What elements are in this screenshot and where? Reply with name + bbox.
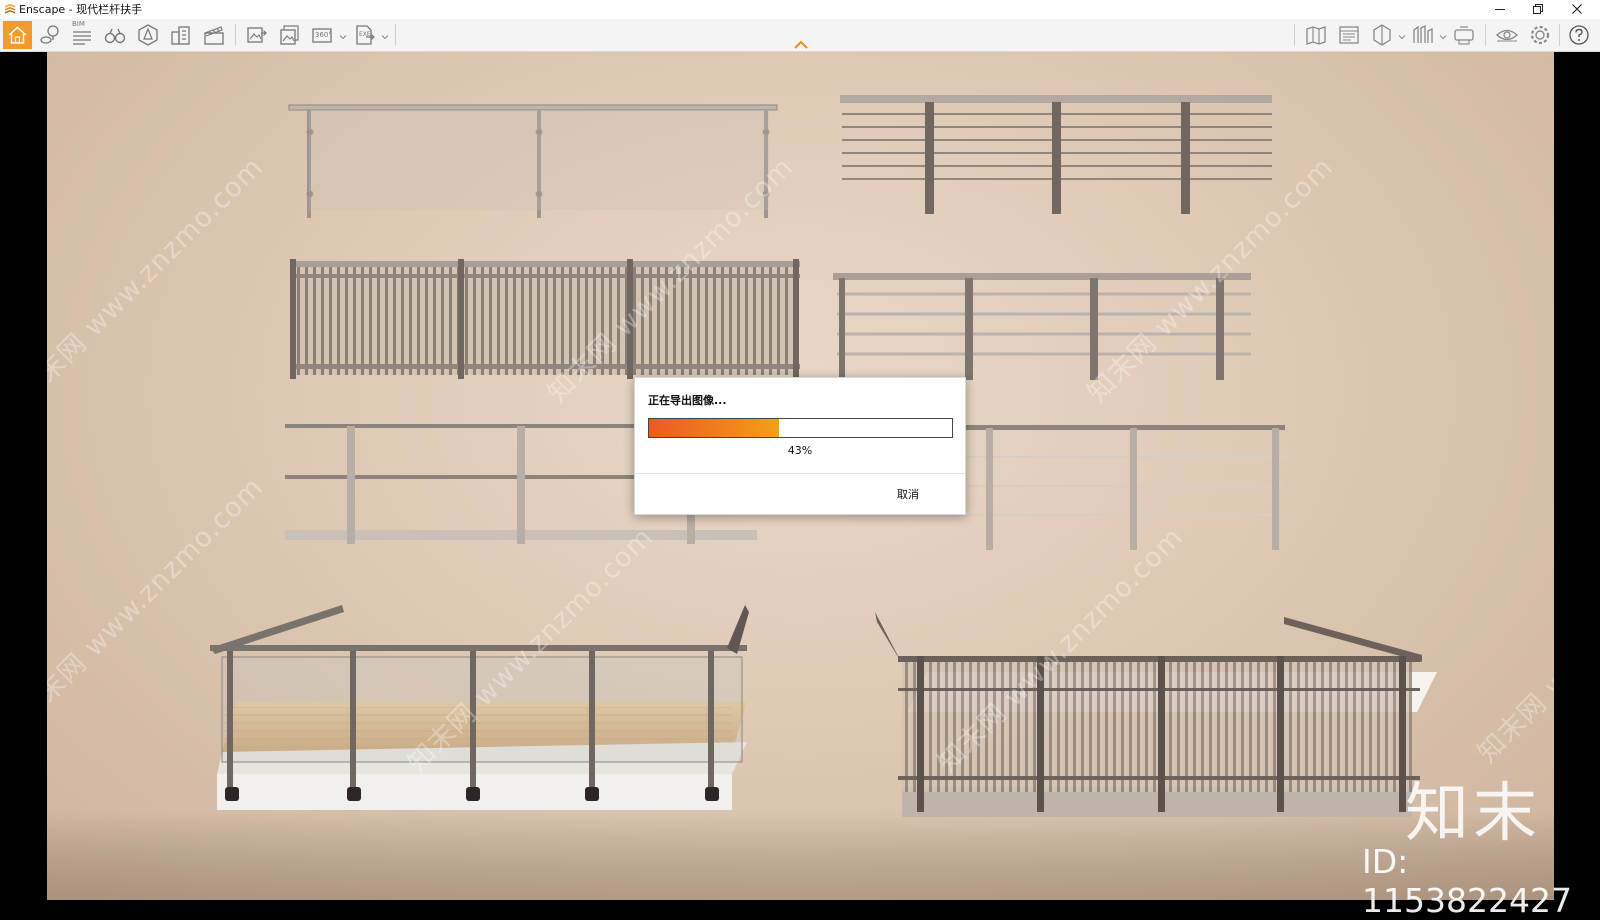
export-progress-bar: [648, 418, 953, 438]
exe-label: EXE: [359, 31, 371, 38]
title-bar: Enscape - 现代栏杆扶手: [0, 0, 1600, 19]
assets-button[interactable]: [135, 22, 161, 48]
progress-percent: 43%: [787, 444, 813, 457]
railing-handrail-brackets: [288, 104, 778, 218]
close-icon: [1572, 4, 1582, 14]
help-icon: [1569, 25, 1589, 45]
chevron-down-icon[interactable]: [1398, 33, 1406, 41]
eye-icon: [1496, 29, 1518, 42]
map-icon: [1306, 26, 1326, 45]
toolbar-divider: [1559, 24, 1560, 46]
material-editor-button[interactable]: [1336, 22, 1362, 48]
chevron-down-icon[interactable]: [1439, 33, 1447, 41]
settings-button[interactable]: [1527, 22, 1553, 48]
site-context-button[interactable]: [168, 22, 194, 48]
asset-library-icon: [138, 24, 158, 46]
chevron-down-icon[interactable]: [381, 33, 389, 41]
restore-icon: [1533, 4, 1543, 14]
export-progress-dialog: 正在导出图像... 43% 取消: [634, 377, 966, 515]
view-mode-button[interactable]: [1369, 22, 1395, 48]
panorama-button[interactable]: 360°: [310, 22, 336, 48]
floor-shadow: [47, 812, 1554, 900]
minimize-button[interactable]: [1483, 0, 1517, 19]
dialog-divider: [635, 473, 965, 474]
railing-horizontal-bars-top: [840, 95, 1272, 214]
railing-vertical-balusters: [290, 259, 800, 379]
toolbar-divider: [235, 24, 236, 46]
progress-fill: [649, 419, 780, 437]
window-title: Enscape - 现代栏杆扶手: [19, 2, 142, 17]
brand-id: ID: 1153822427: [1362, 842, 1572, 920]
cancel-button[interactable]: 取消: [897, 486, 919, 502]
toolbar-divider: [395, 24, 396, 46]
landmark-icon: [1413, 24, 1433, 43]
image-export-icon: [247, 27, 267, 43]
export-standalone-button[interactable]: EXE: [352, 22, 378, 48]
bim-label: BIM: [72, 20, 85, 28]
binoculars-icon: [104, 28, 126, 44]
screenshot-button[interactable]: [244, 22, 270, 48]
help-button[interactable]: [1566, 22, 1592, 48]
location-pin-icon: [40, 25, 59, 44]
document-name: 现代栏杆扶手: [76, 3, 143, 16]
collapse-toolbar-chevron-icon[interactable]: [793, 38, 809, 50]
minimize-icon: [1495, 9, 1505, 10]
material-editor-icon: [1339, 26, 1359, 44]
enscape-logo-icon: [5, 4, 15, 14]
toolbar-divider: [1294, 24, 1295, 46]
toolbar: BIM 360° EXE: [0, 19, 1600, 52]
cube-icon: [1373, 24, 1391, 46]
views-button[interactable]: [37, 22, 63, 48]
title-separator: -: [65, 3, 77, 16]
visibility-button[interactable]: [1494, 22, 1520, 48]
clapperboard-icon: [204, 26, 224, 45]
chevron-down-icon[interactable]: [339, 33, 347, 41]
close-button[interactable]: [1560, 0, 1594, 19]
binoculars-button[interactable]: [102, 22, 128, 48]
vr-headset-icon: [1454, 26, 1474, 45]
gear-icon: [1530, 25, 1550, 45]
dialog-title: 正在导出图像...: [648, 394, 727, 407]
batch-render-button[interactable]: [277, 22, 303, 48]
home-icon: [8, 26, 27, 44]
video-editor-button[interactable]: [201, 22, 227, 48]
upload-button[interactable]: [1410, 22, 1436, 48]
panorama-label: 360°: [315, 31, 332, 39]
restore-button[interactable]: [1521, 0, 1555, 19]
brand-logo: 知末: [1405, 777, 1541, 851]
bim-info-button[interactable]: BIM: [69, 20, 95, 48]
buildings-icon: [171, 26, 190, 45]
home-button[interactable]: [3, 21, 32, 49]
toolbar-divider: [1485, 24, 1486, 46]
app-name: Enscape: [19, 3, 66, 16]
map-view-button[interactable]: [1303, 22, 1329, 48]
balcony-baluster-railing: [875, 612, 1437, 817]
vr-headset-button[interactable]: [1451, 22, 1477, 48]
batch-render-icon: [280, 25, 299, 45]
